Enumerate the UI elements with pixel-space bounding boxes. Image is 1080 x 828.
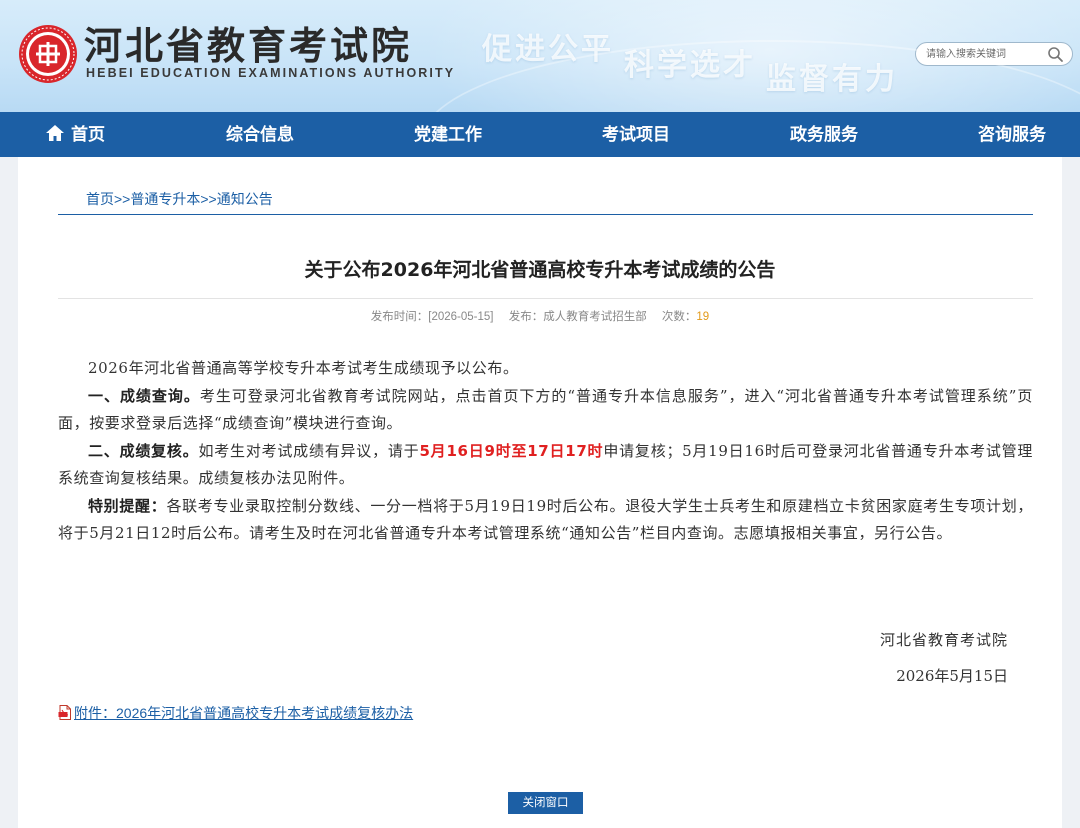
section-text: 各联考专业录取控制分数线、一分一档将于5月19日19时后公布。退役大学生士兵考生… bbox=[58, 496, 1033, 543]
main-nav: 首页 综合信息 党建工作 考试项目 政务服务 咨询服务 bbox=[0, 112, 1080, 157]
home-icon bbox=[46, 125, 64, 141]
nav-item-label: 首页 bbox=[71, 125, 105, 144]
article-body: 2026年河北省普通高等学校专升本考试考生成绩现予以公布。 一、成绩查询。考生可… bbox=[58, 355, 1033, 548]
slogan-fairness: 促进公平 bbox=[482, 32, 614, 67]
nav-item-home[interactable]: 首页 bbox=[40, 112, 110, 157]
signature-date: 2026年5月15日 bbox=[896, 667, 1008, 685]
site-header: 河北省教育考试院 HEBEI EDUCATION EXAMINATIONS AU… bbox=[0, 0, 1080, 112]
section-special-reminder: 特别提醒：各联考专业录取控制分数线、一分一档将于5月19日19时后公布。退役大学… bbox=[58, 493, 1033, 548]
breadcrumb-separator: >> bbox=[114, 191, 131, 207]
article-container: 首页>>普通专升本>>通知公告 关于公布2026年河北省普通高校专升本考试成绩的… bbox=[18, 157, 1062, 828]
breadcrumb-upgrade-program[interactable]: 普通专升本 bbox=[130, 191, 200, 207]
view-count-value: 19 bbox=[696, 311, 710, 323]
breadcrumb-divider bbox=[58, 214, 1033, 215]
publisher: 发布：成人教育考试招生部 bbox=[508, 311, 647, 323]
review-period-highlight: 5月16日9时至17日17时 bbox=[419, 441, 604, 460]
article-intro: 2026年河北省普通高等学校专升本考试考生成绩现予以公布。 bbox=[88, 359, 519, 377]
breadcrumb-notices[interactable]: 通知公告 bbox=[217, 191, 273, 207]
view-count: 次数：19 bbox=[662, 311, 709, 323]
nav-item-party-building[interactable]: 党建工作 bbox=[410, 112, 486, 157]
section-score-review: 二、成绩复核。如考生对考试成绩有异议，请于5月16日9时至17日17时申请复核；… bbox=[58, 438, 1033, 493]
view-count-label: 次数： bbox=[661, 311, 697, 323]
site-subtitle: HEBEI EDUCATION EXAMINATIONS AUTHORITY bbox=[86, 66, 456, 80]
section-heading: 一、成绩查询。 bbox=[88, 386, 200, 405]
nav-item-government-services[interactable]: 政务服务 bbox=[786, 112, 862, 157]
slogan-selection: 科学选才 bbox=[624, 48, 756, 83]
section-heading: 二、成绩复核。 bbox=[88, 441, 199, 460]
section-score-query: 一、成绩查询。考生可登录河北省教育考试院网站，点击首页下方的“普通专升本信息服务… bbox=[58, 383, 1033, 438]
breadcrumb: 首页>>普通专升本>>通知公告 bbox=[86, 189, 273, 209]
search-icon[interactable] bbox=[1047, 46, 1064, 63]
breadcrumb-home[interactable]: 首页 bbox=[86, 191, 114, 207]
nav-item-general-info[interactable]: 综合信息 bbox=[222, 112, 298, 157]
breadcrumb-separator: >> bbox=[200, 191, 217, 207]
slogan-supervision: 监督有力 bbox=[766, 62, 898, 97]
hebei-exam-authority-logo[interactable] bbox=[18, 24, 78, 84]
attachment-link[interactable]: 附件：2026年河北省普通高校专升本考试成绩复核办法 bbox=[58, 703, 413, 723]
article-meta: 发布时间：[2026-05-15] 发布：成人教育考试招生部 次数：19 bbox=[18, 308, 1062, 324]
section-heading: 特别提醒： bbox=[88, 496, 167, 515]
attachment-label: 附件：2026年河北省普通高校专升本考试成绩复核办法 bbox=[74, 705, 414, 721]
section-text: 如考生对考试成绩有异议，请于 bbox=[198, 441, 420, 460]
close-window-button[interactable]: 关闭窗口 bbox=[508, 792, 583, 814]
article-title: 关于公布2026年河北省普通高校专升本考试成绩的公告 bbox=[304, 259, 776, 281]
search-input[interactable] bbox=[926, 46, 1044, 63]
nav-item-exam-programs[interactable]: 考试项目 bbox=[598, 112, 674, 157]
publish-time: 发布时间：[2026-05-15] bbox=[370, 311, 494, 323]
search-box bbox=[915, 42, 1073, 66]
section-text: 考生可登录河北省教育考试院网站，点击首页下方的“普通专升本信息服务”，进入“河北… bbox=[58, 386, 1033, 433]
signature-organization: 河北省教育考试院 bbox=[879, 631, 1008, 649]
pdf-icon bbox=[58, 705, 71, 720]
title-divider bbox=[58, 298, 1033, 299]
site-title: 河北省教育考试院 bbox=[84, 24, 413, 68]
nav-item-consulting-services[interactable]: 咨询服务 bbox=[974, 112, 1050, 157]
